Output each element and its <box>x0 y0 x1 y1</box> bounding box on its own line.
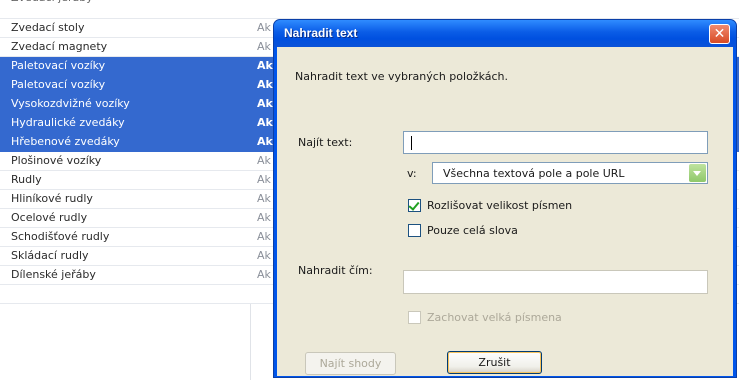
list-item-name: Vysokozdvižné vozíky <box>11 97 130 110</box>
find-text-label: Najít text: <box>298 136 353 149</box>
list-item-column: Ak <box>257 135 273 148</box>
list-item-column: Ak <box>257 78 273 91</box>
close-button[interactable]: ✕ <box>709 24 730 44</box>
list-item-name: Zvedací magnety <box>11 40 108 53</box>
checkmark-icon <box>408 199 420 211</box>
dialog-body: Nahradit text ve vybraných položkách. Na… <box>277 47 733 376</box>
replace-text-dialog: Nahradit text ✕ Nahradit text ve vybraný… <box>273 19 737 378</box>
list-item-name: Skládací rudly <box>11 249 89 262</box>
list-item-name: Rudly <box>11 173 42 186</box>
whole-words-checkbox[interactable] <box>408 224 421 237</box>
replace-with-input[interactable] <box>403 270 708 294</box>
table-row-partial[interactable]: Zvedací jeřáby <box>0 0 739 19</box>
list-item-column: Ak <box>257 40 271 53</box>
cancel-button[interactable]: Zrušit <box>447 351 542 374</box>
dialog-titlebar[interactable]: Nahradit text ✕ <box>274 20 736 47</box>
match-case-label[interactable]: Rozlišovat velikost písmen <box>427 199 572 212</box>
list-item-name: Dílenské jeřáby <box>11 268 96 281</box>
scope-select[interactable]: Všechna textová pole a pole URL <box>432 162 708 184</box>
list-item-column: Ak <box>257 249 271 262</box>
replace-with-label: Nahradit čím: <box>298 264 373 277</box>
close-icon: ✕ <box>713 26 726 42</box>
list-item-name: Ocelové rudly <box>11 211 88 224</box>
whole-words-label[interactable]: Pouze celá slova <box>427 224 518 237</box>
list-item-column: Ak <box>257 211 271 224</box>
list-item-name: Plošinové vozíky <box>11 154 102 167</box>
list-item-name: Zvedací jeřáby <box>11 0 93 4</box>
list-item-column: Ak <box>257 230 271 243</box>
list-item-column: Ak <box>257 192 271 205</box>
list-item-name: Paletovací vozíky <box>11 59 106 72</box>
text-caret <box>411 136 412 150</box>
scope-select-value: Všechna textová pole a pole URL <box>443 167 625 180</box>
list-item-column: Ak <box>257 21 271 34</box>
list-item-name: Hliníkové rudly <box>11 192 93 205</box>
find-matches-button[interactable]: Najít shody <box>305 352 396 375</box>
list-item-column: Ak <box>257 173 271 186</box>
list-item-name: Zvedací stoly <box>11 21 85 34</box>
list-item-column: Ak <box>257 268 271 281</box>
scope-label: v: <box>407 167 417 180</box>
dialog-description: Nahradit text ve vybraných položkách. <box>295 70 509 83</box>
preserve-case-label[interactable]: Zachovat velká písmena <box>427 311 562 324</box>
list-item-column: Ak <box>257 154 271 167</box>
match-case-checkbox[interactable] <box>408 199 421 212</box>
find-text-input[interactable] <box>403 131 708 154</box>
list-item-name: Hřebenové zvedáky <box>11 135 120 148</box>
preserve-case-checkbox[interactable] <box>408 311 421 324</box>
list-item-name: Hydraulické zvedáky <box>11 116 125 129</box>
list-item-name: Paletovací vozíky <box>11 78 106 91</box>
list-item-column: Ak <box>257 97 273 110</box>
dialog-title: Nahradit text <box>284 26 358 40</box>
chevron-down-icon[interactable] <box>689 164 706 182</box>
list-item-name: Schodišťové rudly <box>11 230 110 243</box>
list-item-column: Ak <box>257 59 273 72</box>
list-item-column: Ak <box>257 116 273 129</box>
